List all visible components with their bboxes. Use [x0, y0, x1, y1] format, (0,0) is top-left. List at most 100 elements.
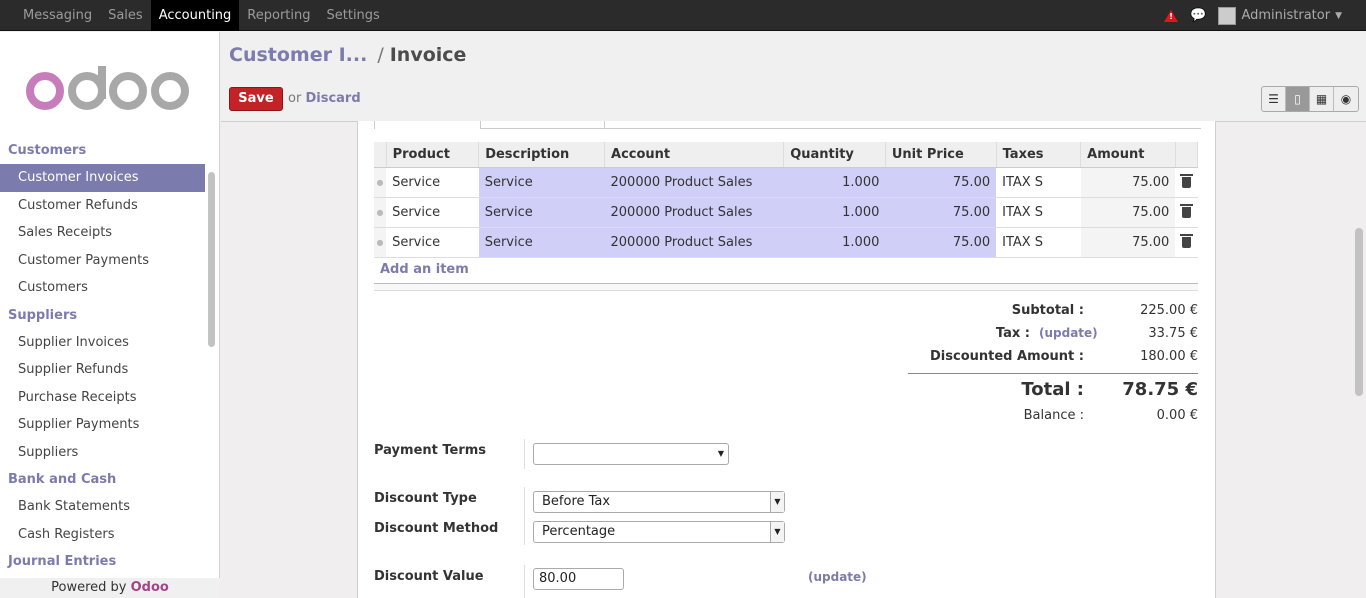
cell-taxes[interactable]: ITAX S [996, 197, 1081, 228]
avatar [1218, 6, 1237, 25]
subtotal-value: 225.00 € [1140, 303, 1198, 318]
cell-product[interactable]: Service [386, 227, 479, 258]
discount-method-select[interactable]: Percentage ▼ [533, 521, 785, 543]
table-row[interactable]: ● Service Service 200000 Product Sales 1… [374, 227, 1198, 258]
cell-amount: 75.00 [1080, 227, 1176, 258]
sidebar-item-supplier-refunds[interactable]: Supplier Refunds [0, 356, 205, 384]
column-header-amount[interactable]: Amount [1080, 142, 1176, 168]
cell-account[interactable]: 200000 Product Sales [604, 227, 784, 258]
breadcrumb: Customer I... / Invoice [229, 44, 466, 66]
column-header-quantity[interactable]: Quantity [783, 142, 886, 168]
powered-by-link[interactable]: Odoo [131, 580, 169, 595]
discount-type-select[interactable]: Before Tax ▼ [533, 491, 785, 513]
sidebar-item-suppliers[interactable]: Suppliers [0, 439, 205, 467]
cell-description[interactable]: Service [478, 227, 605, 258]
sidebar-section-customers: Customers [8, 143, 87, 158]
discount-method-label: Discount Method [374, 521, 499, 536]
save-button[interactable]: Save [229, 87, 283, 111]
cell-product[interactable]: Service [386, 167, 479, 198]
notebook-tab-edge [374, 121, 481, 129]
sidebar-menu: Customers Customer Invoices Customer Ref… [0, 137, 205, 575]
warning-icon[interactable]: ! [1164, 9, 1179, 22]
sidebar-item-customer-payments[interactable]: Customer Payments [0, 247, 205, 275]
page-scrollbar[interactable] [1355, 228, 1363, 396]
column-header-description[interactable]: Description [478, 142, 606, 168]
column-header-account[interactable]: Account [604, 142, 785, 168]
user-menu[interactable]: Administrator ▼ [1218, 6, 1342, 25]
delete-row-button[interactable] [1175, 197, 1198, 228]
view-switcher: ☰ ▯ ▦ ◉ [1261, 86, 1359, 112]
sidebar-item-customers[interactable]: Customers [0, 274, 205, 302]
sidebar-scrollbar[interactable] [208, 172, 215, 347]
delete-row-button[interactable] [1175, 227, 1198, 258]
cell-taxes[interactable]: ITAX S [996, 167, 1081, 198]
sidebar-section-journal-entries: Journal Entries [8, 554, 117, 569]
top-menu-accounting[interactable]: Accounting [150, 0, 240, 31]
total-row: Total : 78.75 € [898, 379, 1198, 400]
sidebar-item-supplier-payments[interactable]: Supplier Payments [0, 411, 205, 439]
discounted-amount-label: Discounted Amount : [930, 349, 1084, 364]
discount-update-link[interactable]: (update) [808, 570, 867, 584]
discard-button[interactable]: Discard [305, 91, 360, 106]
top-menu-messaging[interactable]: Messaging [15, 0, 100, 31]
payment-terms-label: Payment Terms [374, 443, 487, 458]
or-label: or [288, 91, 302, 106]
table-row[interactable]: ● Service Service 200000 Product Sales 1… [374, 197, 1198, 228]
column-header-taxes[interactable]: Taxes [996, 142, 1082, 168]
discount-value-label: Discount Value [374, 569, 484, 584]
balance-row: Balance : 0.00 € [898, 408, 1198, 428]
sidebar-item-purchase-receipts[interactable]: Purchase Receipts [0, 384, 205, 412]
table-row[interactable]: ● Service Service 200000 Product Sales 1… [374, 167, 1198, 198]
cell-unit-price[interactable]: 75.00 [885, 197, 997, 228]
sidebar-item-sales-receipts[interactable]: Sales Receipts [0, 219, 205, 247]
graph-view-icon[interactable]: ◉ [1334, 87, 1358, 111]
table-header-row: Product Description Account Quantity Uni… [374, 142, 1199, 168]
form-view-icon[interactable]: ▯ [1286, 87, 1310, 111]
cell-account[interactable]: 200000 Product Sales [604, 167, 784, 198]
list-view-icon[interactable]: ☰ [1262, 87, 1286, 111]
discounted-row: Discounted Amount : 180.00 € [898, 349, 1198, 369]
discard-area: or Discard [288, 91, 361, 106]
calendar-view-icon[interactable]: ▦ [1310, 87, 1334, 111]
row-handle-icon[interactable]: ● [374, 197, 387, 228]
subtotal-label: Subtotal : [1011, 303, 1084, 318]
tax-update-link[interactable]: (update) [1039, 326, 1098, 340]
balance-label: Balance : [1023, 408, 1084, 423]
cell-quantity[interactable]: 1.000 [783, 167, 886, 198]
sidebar-item-customer-invoices[interactable]: Customer Invoices [0, 164, 205, 192]
top-menu-sales[interactable]: Sales [100, 0, 151, 31]
row-handle-icon[interactable]: ● [374, 167, 387, 198]
top-menu-reporting[interactable]: Reporting [239, 0, 318, 31]
dropdown-arrow-icon: ▼ [770, 492, 784, 512]
odoo-logo [26, 66, 189, 110]
top-navbar: Messaging Sales Accounting Reporting Set… [0, 0, 1366, 31]
cell-product[interactable]: Service [386, 197, 479, 228]
cell-unit-price[interactable]: 75.00 [885, 227, 997, 258]
balance-value: 0.00 € [1156, 408, 1198, 423]
top-menu-settings[interactable]: Settings [319, 0, 388, 31]
breadcrumb-parent[interactable]: Customer I... [229, 44, 367, 66]
row-handle-icon[interactable]: ● [374, 227, 387, 258]
discount-type-value: Before Tax [542, 494, 611, 509]
subtotal-row: Subtotal : 225.00 € [898, 303, 1198, 323]
add-item-link[interactable]: Add an item [380, 262, 469, 277]
delete-row-button[interactable] [1175, 167, 1198, 198]
cell-quantity[interactable]: 1.000 [783, 197, 886, 228]
chat-icon[interactable]: 💬 [1190, 8, 1206, 23]
tax-value: 33.75 € [1148, 326, 1198, 341]
sidebar-item-supplier-invoices[interactable]: Supplier Invoices [0, 329, 205, 357]
sidebar-item-cash-registers[interactable]: Cash Registers [0, 521, 205, 549]
payment-terms-select[interactable]: ▼ [533, 443, 729, 465]
total-label: Total : [1021, 379, 1084, 400]
cell-description[interactable]: Service [478, 197, 605, 228]
column-header-unit-price[interactable]: Unit Price [885, 142, 997, 168]
sidebar-item-bank-statements[interactable]: Bank Statements [0, 493, 205, 521]
column-header-product[interactable]: Product [386, 142, 480, 168]
cell-quantity[interactable]: 1.000 [783, 227, 886, 258]
cell-description[interactable]: Service [478, 167, 605, 198]
cell-unit-price[interactable]: 75.00 [885, 167, 997, 198]
discount-value-input[interactable]: 80.00 [533, 568, 624, 590]
sidebar-item-customer-refunds[interactable]: Customer Refunds [0, 192, 205, 220]
cell-taxes[interactable]: ITAX S [996, 227, 1081, 258]
cell-account[interactable]: 200000 Product Sales [604, 197, 784, 228]
